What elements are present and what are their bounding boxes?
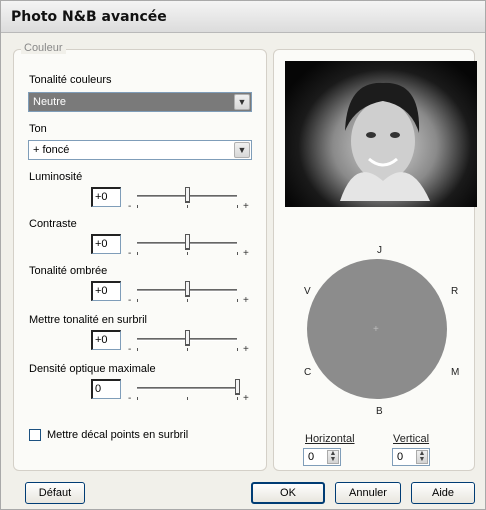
slider[interactable]: - + bbox=[128, 377, 249, 404]
slider-tick bbox=[137, 348, 138, 351]
tone-color-label: Tonalité couleurs bbox=[29, 74, 112, 86]
dialog-window: Photo N&B avancée Couleur Tonalité coule… bbox=[0, 0, 486, 510]
ton-label: Ton bbox=[29, 123, 47, 135]
slider-tick bbox=[137, 397, 138, 400]
slider-tick bbox=[187, 397, 188, 400]
cancel-button[interactable]: Annuler bbox=[335, 482, 401, 504]
ton-select[interactable]: + foncé ▼ bbox=[28, 140, 252, 160]
wheel-label-top: J bbox=[377, 245, 382, 256]
slider-min-label: - bbox=[128, 344, 132, 355]
help-button[interactable]: Aide bbox=[411, 482, 475, 504]
slider-value-field[interactable]: 0 bbox=[91, 379, 121, 399]
wheel-label-right-bottom: M bbox=[451, 367, 460, 378]
default-button-label: Défaut bbox=[38, 487, 72, 499]
checkbox-label: Mettre décal points en surbril bbox=[47, 429, 189, 441]
slider-tick bbox=[187, 252, 188, 255]
slider-value: 0 bbox=[95, 383, 102, 395]
slider-min-label: - bbox=[128, 393, 132, 404]
slider-tick bbox=[237, 205, 238, 208]
slider-tick bbox=[237, 397, 238, 400]
vertical-spinner[interactable]: 0 ▲ ▼ bbox=[392, 448, 430, 466]
slider-max-label: + bbox=[243, 344, 249, 355]
slider-thumb[interactable] bbox=[185, 187, 190, 203]
slider-max-label: + bbox=[243, 201, 249, 212]
slider-min-label: - bbox=[128, 201, 132, 212]
spin-arrows-icon[interactable]: ▲ ▼ bbox=[416, 450, 428, 464]
chevron-down-icon[interactable]: ▼ bbox=[234, 94, 250, 110]
slider-value-field[interactable]: +0 bbox=[91, 330, 121, 350]
slider-value-field[interactable]: +0 bbox=[91, 281, 121, 301]
ok-button-label: OK bbox=[280, 487, 296, 499]
slider-tick bbox=[237, 348, 238, 351]
vertical-label: Vertical bbox=[393, 433, 430, 445]
help-button-label: Aide bbox=[431, 487, 455, 499]
slider-min-label: - bbox=[128, 295, 132, 306]
slider-label: Mettre tonalité en surbril bbox=[29, 314, 147, 326]
slider[interactable]: - + bbox=[128, 328, 249, 355]
slider-tick bbox=[137, 299, 138, 302]
slider-value-field[interactable]: +0 bbox=[91, 187, 121, 207]
default-button[interactable]: Défaut bbox=[25, 482, 85, 504]
slider-tick bbox=[137, 252, 138, 255]
slider-value-field[interactable]: +0 bbox=[91, 234, 121, 254]
title-bar: Photo N&B avancée bbox=[1, 1, 485, 33]
wheel-label-left-top: V bbox=[304, 286, 311, 297]
slider-label: Luminosité bbox=[29, 171, 83, 183]
wheel-center-mark: + bbox=[373, 324, 379, 335]
slider-label: Contraste bbox=[29, 218, 77, 230]
slider-label: Tonalité ombrée bbox=[29, 265, 108, 277]
slider-tick bbox=[187, 348, 188, 351]
slider-thumb[interactable] bbox=[185, 330, 190, 346]
tone-color-value: Neutre bbox=[33, 96, 67, 108]
slider-value: +0 bbox=[95, 285, 108, 297]
horizontal-spinner[interactable]: 0 ▲ ▼ bbox=[303, 448, 341, 466]
ton-value: + foncé bbox=[33, 144, 70, 156]
highlight-points-checkbox[interactable] bbox=[29, 429, 41, 441]
slider-max-label: + bbox=[243, 393, 249, 404]
slider-tick bbox=[137, 205, 138, 208]
slider[interactable]: - + bbox=[128, 232, 249, 259]
slider-tick bbox=[187, 299, 188, 302]
slider-thumb[interactable] bbox=[185, 234, 190, 250]
color-group bbox=[13, 49, 267, 471]
slider-max-label: + bbox=[243, 295, 249, 306]
chevron-down-icon[interactable]: ▼ bbox=[234, 142, 250, 158]
wheel-label-left-bottom: C bbox=[304, 367, 312, 378]
slider-value: +0 bbox=[95, 191, 108, 203]
horizontal-value: 0 bbox=[308, 451, 315, 463]
vertical-value: 0 bbox=[397, 451, 404, 463]
preview-photo bbox=[285, 61, 477, 207]
horizontal-label: Horizontal bbox=[305, 433, 355, 445]
group-label: Couleur bbox=[21, 42, 66, 54]
slider-tick bbox=[237, 299, 238, 302]
slider-label: Densité optique maximale bbox=[29, 363, 156, 375]
slider-tick bbox=[237, 252, 238, 255]
window-title: Photo N&B avancée bbox=[11, 9, 167, 25]
wheel-label-right-top: R bbox=[451, 286, 459, 297]
tone-color-select[interactable]: Neutre ▼ bbox=[28, 92, 252, 112]
slider[interactable]: - + bbox=[128, 185, 249, 212]
slider-track[interactable] bbox=[137, 387, 237, 390]
slider-value: +0 bbox=[95, 334, 108, 346]
slider-tick bbox=[187, 205, 188, 208]
slider-min-label: - bbox=[128, 248, 132, 259]
spin-arrows-icon[interactable]: ▲ ▼ bbox=[327, 450, 339, 464]
slider-thumb[interactable] bbox=[185, 281, 190, 297]
slider[interactable]: - + bbox=[128, 279, 249, 306]
cancel-button-label: Annuler bbox=[349, 487, 387, 499]
wheel-label-bottom: B bbox=[376, 406, 383, 417]
ok-button[interactable]: OK bbox=[251, 482, 325, 504]
slider-thumb[interactable] bbox=[235, 379, 240, 395]
slider-max-label: + bbox=[243, 248, 249, 259]
slider-value: +0 bbox=[95, 238, 108, 250]
